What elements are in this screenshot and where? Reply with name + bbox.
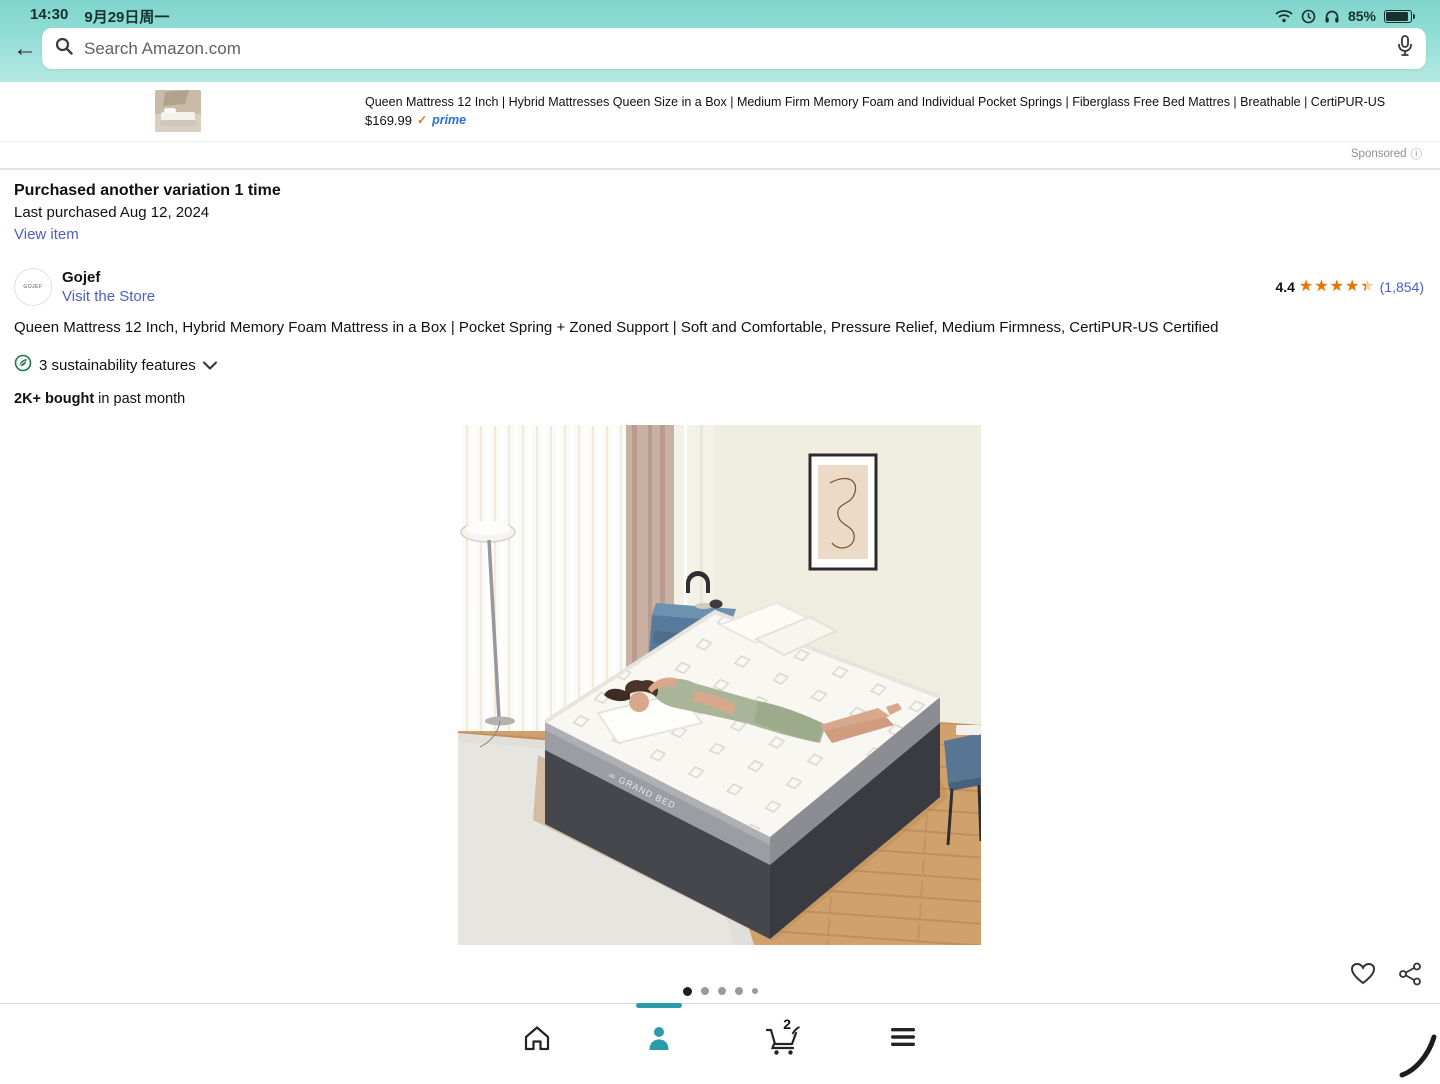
wifi-icon	[1275, 9, 1293, 23]
social-proof-text: 2K+ bought in past month	[14, 391, 1426, 407]
microphone-icon[interactable]	[1396, 34, 1414, 63]
sponsored-label: Sponsored	[1351, 148, 1407, 160]
battery-icon	[1384, 10, 1412, 23]
image-carousel-dots[interactable]	[0, 985, 1440, 997]
rating-value: 4.4	[1275, 279, 1294, 295]
loading-spinner	[1396, 1027, 1440, 1084]
sponsored-ad-banner[interactable]: Queen Mattress 12 Inch | Hybrid Mattress…	[0, 82, 1440, 142]
share-icon[interactable]	[1398, 962, 1422, 986]
app-header: 14:30 9月29日周一 85% ←	[0, 0, 1440, 82]
search-bar[interactable]	[42, 28, 1426, 69]
nav-profile-tab[interactable]	[636, 1018, 682, 1052]
data-saver-icon	[1301, 9, 1316, 24]
active-tab-indicator	[636, 1003, 682, 1008]
store-name: Gojef	[62, 269, 1275, 286]
chevron-down-icon	[203, 357, 217, 374]
sponsored-info-icon[interactable]: ⓘ	[1411, 146, 1423, 162]
rating-summary[interactable]: 4.4 ★★★★★ ★★★★★ (1,854)	[1275, 279, 1426, 295]
leaf-icon	[14, 354, 32, 376]
carousel-dot[interactable]	[718, 987, 726, 995]
nav-cart-tab[interactable]: 2	[758, 1018, 804, 1056]
wishlist-heart-icon[interactable]	[1350, 962, 1376, 986]
carousel-dot[interactable]	[683, 987, 692, 996]
status-bar: 14:30 9月29日周一 85%	[0, 0, 1440, 26]
cart-count-badge: 2	[783, 1016, 791, 1032]
prime-badge: prime	[432, 113, 466, 127]
ad-title[interactable]: Queen Mattress 12 Inch | Hybrid Mattress…	[365, 95, 1424, 110]
search-input[interactable]	[84, 39, 1396, 59]
amazon-app-screen: 14:30 9月29日周一 85% ←	[0, 0, 1440, 1080]
carousel-dot[interactable]	[701, 987, 709, 995]
back-button[interactable]: ←	[8, 29, 42, 69]
product-title: Queen Mattress 12 Inch, Hybrid Memory Fo…	[14, 318, 1426, 338]
product-main-image[interactable]: ∞ GRAND BED	[458, 425, 981, 945]
sustainability-expander[interactable]: 3 sustainability features	[14, 354, 1426, 376]
clock-date: 9月29日周一	[84, 6, 169, 27]
nav-home-tab[interactable]	[514, 1018, 560, 1052]
ad-price: $169.99	[365, 113, 412, 128]
clock-time: 14:30	[30, 6, 68, 27]
bottom-navigation: 2	[0, 1003, 1440, 1080]
review-count-link[interactable]: (1,854)	[1380, 279, 1424, 295]
prime-check-icon: ✓	[417, 113, 427, 127]
ad-product-thumbnail[interactable]	[155, 90, 201, 132]
store-logo[interactable]: GOJEF	[14, 268, 52, 306]
carousel-dot[interactable]	[735, 987, 743, 995]
headphones-icon	[1324, 9, 1340, 24]
purchase-history-heading: Purchased another variation 1 time	[14, 182, 1426, 200]
visit-store-link[interactable]: Visit the Store	[62, 288, 1275, 305]
battery-percent: 85%	[1348, 8, 1376, 24]
nav-menu-tab[interactable]	[880, 1018, 926, 1050]
last-purchased-text: Last purchased Aug 12, 2024	[14, 204, 1426, 221]
star-rating-icon: ★★★★★ ★★★★★	[1299, 279, 1376, 295]
carousel-dot[interactable]	[752, 988, 758, 994]
view-item-link[interactable]: View item	[14, 226, 79, 243]
sustainability-label: 3 sustainability features	[39, 357, 196, 374]
search-icon	[54, 36, 74, 61]
